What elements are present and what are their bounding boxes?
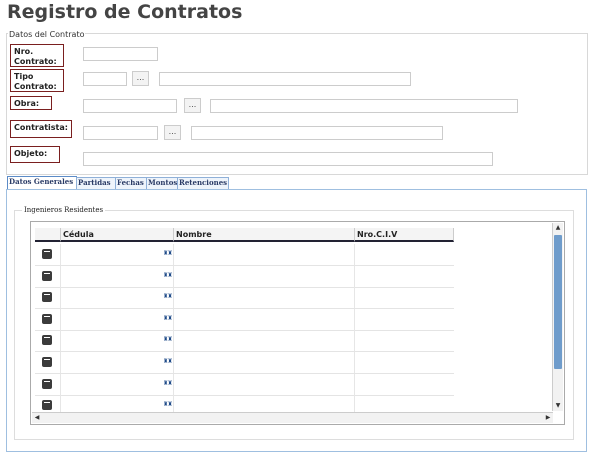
tipo-contrato-desc-input[interactable] <box>159 72 411 86</box>
nombre-cell <box>174 244 355 265</box>
grid-vertical-scrollbar[interactable]: ▲ ▼ <box>552 223 563 411</box>
delete-cell <box>35 373 61 395</box>
contratista-desc-input[interactable] <box>191 126 443 140</box>
table-row: ♜♜ <box>35 373 454 396</box>
column-header-cedula[interactable]: Cédula <box>61 228 174 242</box>
civ-cell <box>355 352 454 373</box>
civ-cell <box>355 309 454 330</box>
obra-desc-input[interactable] <box>210 99 518 113</box>
grid-horizontal-scrollbar[interactable]: ◀ ▶ <box>32 412 553 423</box>
scroll-right-arrow-icon[interactable]: ▶ <box>543 414 553 422</box>
binoculars-icon[interactable]: ♜♜ <box>163 314 173 324</box>
trash-icon[interactable] <box>42 335 52 346</box>
delete-cell <box>35 265 61 287</box>
trash-icon[interactable] <box>42 378 52 389</box>
contratista-lookup-button[interactable]: ... <box>164 125 181 140</box>
column-header-nombre[interactable]: Nombre <box>174 228 355 242</box>
scroll-down-arrow-icon[interactable]: ▼ <box>553 402 563 410</box>
contract-data-legend: Datos del Contrato <box>8 30 86 39</box>
page-title: Registro de Contratos <box>7 1 243 23</box>
objeto-label: Objeto: <box>10 146 60 163</box>
nombre-cell <box>174 330 355 352</box>
trash-icon[interactable] <box>42 313 52 324</box>
trash-icon[interactable] <box>42 249 52 259</box>
binoculars-icon[interactable]: ♜♜ <box>163 292 173 302</box>
delete-column-header <box>35 228 61 242</box>
nombre-cell <box>174 265 355 287</box>
scroll-left-arrow-icon[interactable]: ◀ <box>32 414 42 422</box>
delete-cell <box>35 244 61 265</box>
cedula-cell[interactable]: ♜♜ <box>61 244 174 265</box>
civ-cell <box>355 287 454 308</box>
tipo-contrato-label: Tipo Contrato: <box>10 69 64 92</box>
nombre-cell <box>174 352 355 373</box>
grid-vertical-scroll-thumb[interactable] <box>554 235 562 369</box>
binoculars-icon[interactable]: ♜♜ <box>163 271 173 281</box>
ingenieros-legend: Ingenieros Residentes <box>22 206 106 214</box>
table-row: ♜♜ <box>35 244 454 266</box>
civ-cell <box>355 330 454 351</box>
table-row: ♜♜ <box>35 352 454 374</box>
delete-cell <box>35 330 61 352</box>
table-row: ♜♜ <box>35 308 454 331</box>
trash-icon[interactable] <box>42 357 52 367</box>
delete-cell <box>35 287 61 309</box>
binoculars-icon[interactable]: ♜♜ <box>163 379 173 389</box>
binoculars-icon[interactable]: ♜♜ <box>163 335 173 345</box>
obra-code-input[interactable] <box>83 99 177 113</box>
nombre-cell <box>174 308 355 330</box>
nombre-cell <box>174 287 355 309</box>
cedula-cell[interactable]: ♜♜ <box>61 308 174 330</box>
table-row: ♜♜ <box>35 287 454 310</box>
objeto-input[interactable] <box>83 152 493 166</box>
delete-cell <box>35 308 61 330</box>
cedula-cell[interactable]: ♜♜ <box>61 287 174 309</box>
column-header-nro-civ[interactable]: Nro.C.I.V <box>355 228 454 242</box>
ingenieros-grid: Cédula Nombre Nro.C.I.V ♜♜ ♜♜ ♜♜ ♜♜ ♜♜ ♜♜ ♜♜ ♜♜… <box>30 221 565 425</box>
tipo-contrato-lookup-button[interactable]: ... <box>132 71 149 86</box>
trash-icon[interactable] <box>42 292 52 303</box>
cedula-cell[interactable]: ♜♜ <box>61 352 174 373</box>
contratista-label: Contratista: <box>10 120 72 138</box>
binoculars-icon[interactable]: ♜♜ <box>163 357 173 367</box>
tipo-contrato-code-input[interactable] <box>83 72 127 86</box>
cedula-cell[interactable]: ♜♜ <box>61 373 174 395</box>
nombre-cell <box>174 373 355 395</box>
contratista-code-input[interactable] <box>83 126 158 140</box>
cedula-cell[interactable]: ♜♜ <box>61 265 174 287</box>
table-row: ♜♜ <box>35 265 454 288</box>
tab-datos-generales[interactable]: Datos Generales <box>7 176 77 190</box>
binoculars-icon[interactable]: ♜♜ <box>163 249 173 259</box>
obra-lookup-button[interactable]: ... <box>184 98 201 113</box>
delete-cell <box>35 352 61 373</box>
nro-contrato-label: Nro. Contrato: <box>10 44 64 67</box>
civ-cell <box>355 374 454 395</box>
table-row: ♜♜ <box>35 330 454 353</box>
trash-icon[interactable] <box>42 270 52 281</box>
trash-icon[interactable] <box>42 400 52 411</box>
scroll-up-arrow-icon[interactable]: ▲ <box>553 224 563 232</box>
obra-label: Obra: <box>10 96 52 110</box>
civ-cell <box>355 244 454 265</box>
cedula-cell[interactable]: ♜♜ <box>61 330 174 352</box>
nro-contrato-input[interactable] <box>83 47 158 61</box>
civ-cell <box>355 266 454 287</box>
binoculars-icon[interactable]: ♜♜ <box>163 400 173 410</box>
